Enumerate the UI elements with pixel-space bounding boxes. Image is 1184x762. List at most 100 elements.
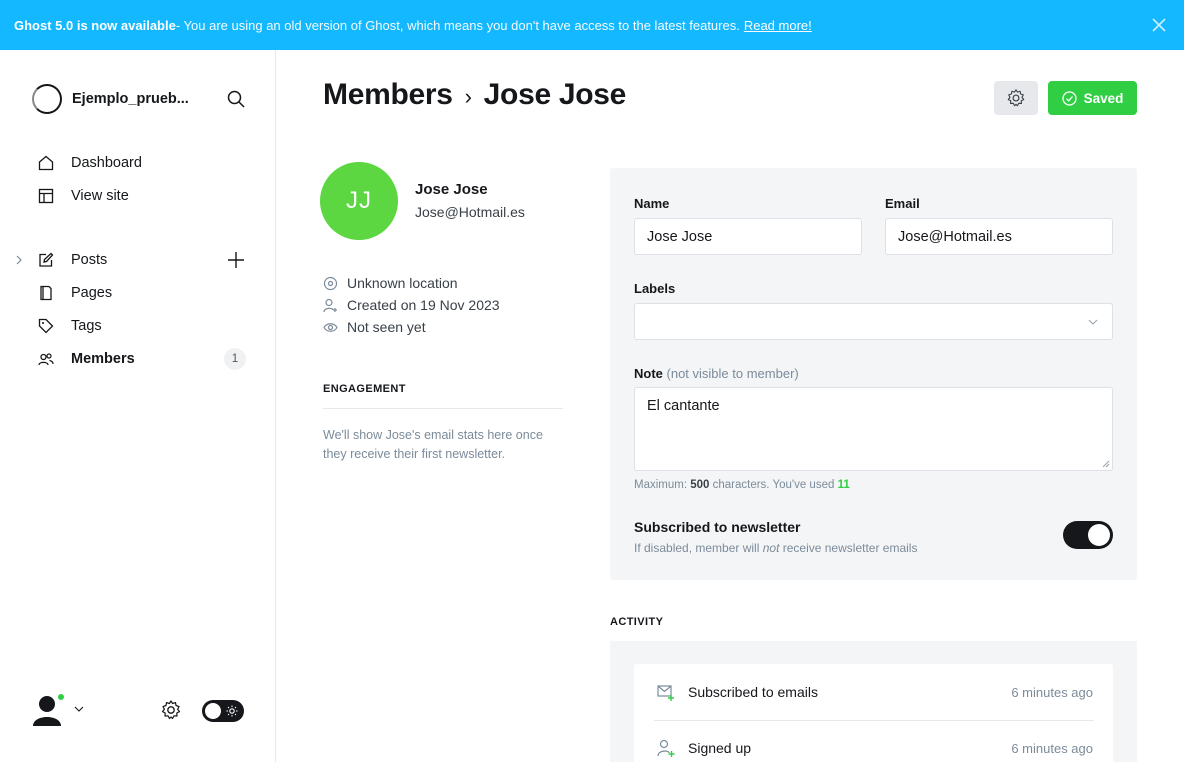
site-header: Ejemplo_prueb... xyxy=(32,84,246,114)
email-label: Email xyxy=(885,196,920,211)
location-pin-icon xyxy=(323,276,338,290)
activity-heading: ACTIVITY xyxy=(610,616,664,628)
counter-mid: characters. You've used xyxy=(709,479,838,491)
sidebar-item-label: Dashboard xyxy=(71,154,142,171)
newsletter-toggle[interactable] xyxy=(1063,521,1113,549)
activity-time: 6 minutes ago xyxy=(1011,740,1093,756)
mail-plus-icon xyxy=(657,685,674,701)
member-email: Jose@Hotmail.es xyxy=(415,204,525,220)
content-nav: Posts Pages Tags Members 1 xyxy=(0,243,276,375)
update-banner: Ghost 5.0 is now available - You are usi… xyxy=(0,0,1184,50)
newsletter-desc-2: receive newsletter emails xyxy=(779,541,918,555)
activity-time: 6 minutes ago xyxy=(1011,684,1093,700)
chevron-down-icon xyxy=(1088,319,1098,325)
sidebar-footer xyxy=(32,692,246,728)
sidebar-item-label: Pages xyxy=(71,284,113,301)
member-created: Created on 19 Nov 2023 xyxy=(323,297,573,313)
name-label: Name xyxy=(634,196,670,211)
breadcrumb: Members › Jose Jose xyxy=(323,78,626,112)
created-text: Created on 19 Nov 2023 xyxy=(347,297,500,313)
activity-panel: Subscribed to emails 6 minutes ago Signe… xyxy=(610,641,1137,762)
sidebar-item-label: Tags xyxy=(71,317,102,334)
seen-text: Not seen yet xyxy=(347,319,426,335)
gear-icon xyxy=(1007,89,1025,107)
email-field[interactable]: Jose@Hotmail.es xyxy=(885,218,1113,255)
home-icon xyxy=(38,155,54,170)
check-circle-icon xyxy=(1061,90,1077,106)
online-status-dot xyxy=(56,692,66,702)
tag-icon xyxy=(38,318,54,333)
sidebar-item-tags[interactable]: Tags xyxy=(0,309,276,342)
note-label: Note (not visible to member) xyxy=(634,366,799,381)
counter-prefix: Maximum: xyxy=(634,479,691,491)
toggle-knob xyxy=(1088,524,1110,546)
counter-used: 11 xyxy=(837,479,850,491)
newsletter-description: If disabled, member will not receive new… xyxy=(634,541,917,555)
location-text: Unknown location xyxy=(347,275,458,291)
newsletter-title: Subscribed to newsletter xyxy=(634,519,801,535)
chevron-down-icon[interactable] xyxy=(74,705,84,713)
labels-label: Labels xyxy=(634,281,676,296)
sidebar-item-members[interactable]: Members 1 xyxy=(0,342,276,375)
user-plus-icon xyxy=(323,298,337,312)
sidebar-item-label: Posts xyxy=(71,251,108,268)
note-char-counter: Maximum: 500 characters. You've used 11 xyxy=(634,479,850,491)
breadcrumb-separator: › xyxy=(464,84,472,109)
sidebar: Ejemplo_prueb... Dashboard View site Pos… xyxy=(0,50,276,762)
sidebar-item-label: View site xyxy=(71,187,129,204)
members-icon xyxy=(38,352,54,365)
user-plus-icon xyxy=(657,739,675,757)
list-item: Signed up 6 minutes ago xyxy=(634,720,1113,762)
engagement-heading: ENGAGEMENT xyxy=(323,383,406,395)
note-label-hint: (not visible to member) xyxy=(666,366,799,381)
note-value: El cantante xyxy=(647,398,720,414)
gear-icon[interactable] xyxy=(160,699,182,721)
engagement-text: We'll show Jose's email stats here once … xyxy=(323,428,543,461)
name-field[interactable]: Jose Jose xyxy=(634,218,862,255)
sidebar-item-view-site[interactable]: View site xyxy=(0,179,276,212)
page-icon xyxy=(40,285,52,300)
sun-icon xyxy=(226,705,238,717)
sidebar-item-dashboard[interactable]: Dashboard xyxy=(0,146,276,179)
page-title: Jose Jose xyxy=(483,78,627,111)
search-icon[interactable] xyxy=(226,89,246,109)
note-textarea[interactable]: El cantante xyxy=(634,387,1113,471)
resize-handle-icon[interactable] xyxy=(1102,460,1110,468)
eye-icon xyxy=(323,322,338,332)
sidebar-item-posts[interactable]: Posts xyxy=(0,243,276,276)
member-form-panel: Name Jose Jose Email Jose@Hotmail.es Lab… xyxy=(610,168,1137,580)
activity-list: Subscribed to emails 6 minutes ago Signe… xyxy=(634,664,1113,762)
chevron-right-icon[interactable] xyxy=(14,255,24,265)
activity-text: Subscribed to emails xyxy=(688,684,818,700)
toggle-knob xyxy=(205,703,221,719)
newsletter-desc-em: not xyxy=(762,541,780,555)
breadcrumb-members-link[interactable]: Members xyxy=(323,78,453,112)
newsletter-desc-1: If disabled, member will xyxy=(634,541,763,555)
main-nav: Dashboard View site xyxy=(0,146,276,212)
sidebar-item-label: Members xyxy=(71,350,135,367)
banner-title: Ghost 5.0 is now available xyxy=(14,17,176,33)
saved-button[interactable]: Saved xyxy=(1048,81,1137,115)
close-icon[interactable] xyxy=(1150,16,1168,34)
member-name: Jose Jose xyxy=(415,181,488,198)
banner-message: - You are using an old version of Ghost,… xyxy=(175,17,740,33)
counter-max: 500 xyxy=(690,479,710,491)
dark-mode-toggle[interactable] xyxy=(202,700,244,722)
member-avatar: JJ xyxy=(320,162,398,240)
divider xyxy=(323,408,563,409)
member-last-seen: Not seen yet xyxy=(323,319,573,335)
sidebar-item-pages[interactable]: Pages xyxy=(0,276,276,309)
members-count-badge: 1 xyxy=(224,348,246,370)
site-name[interactable]: Ejemplo_prueb... xyxy=(72,91,226,107)
list-item: Subscribed to emails 6 minutes ago xyxy=(634,664,1113,720)
layout-icon xyxy=(38,188,54,203)
member-location: Unknown location xyxy=(323,275,573,291)
banner-read-more-link[interactable]: Read more! xyxy=(744,18,812,33)
pencil-icon xyxy=(39,252,54,267)
member-actions-button[interactable] xyxy=(994,81,1038,115)
site-logo[interactable] xyxy=(32,84,62,114)
add-post-icon[interactable] xyxy=(226,250,246,270)
note-label-text: Note xyxy=(634,366,663,381)
labels-select[interactable] xyxy=(634,303,1113,340)
activity-text: Signed up xyxy=(688,740,752,756)
